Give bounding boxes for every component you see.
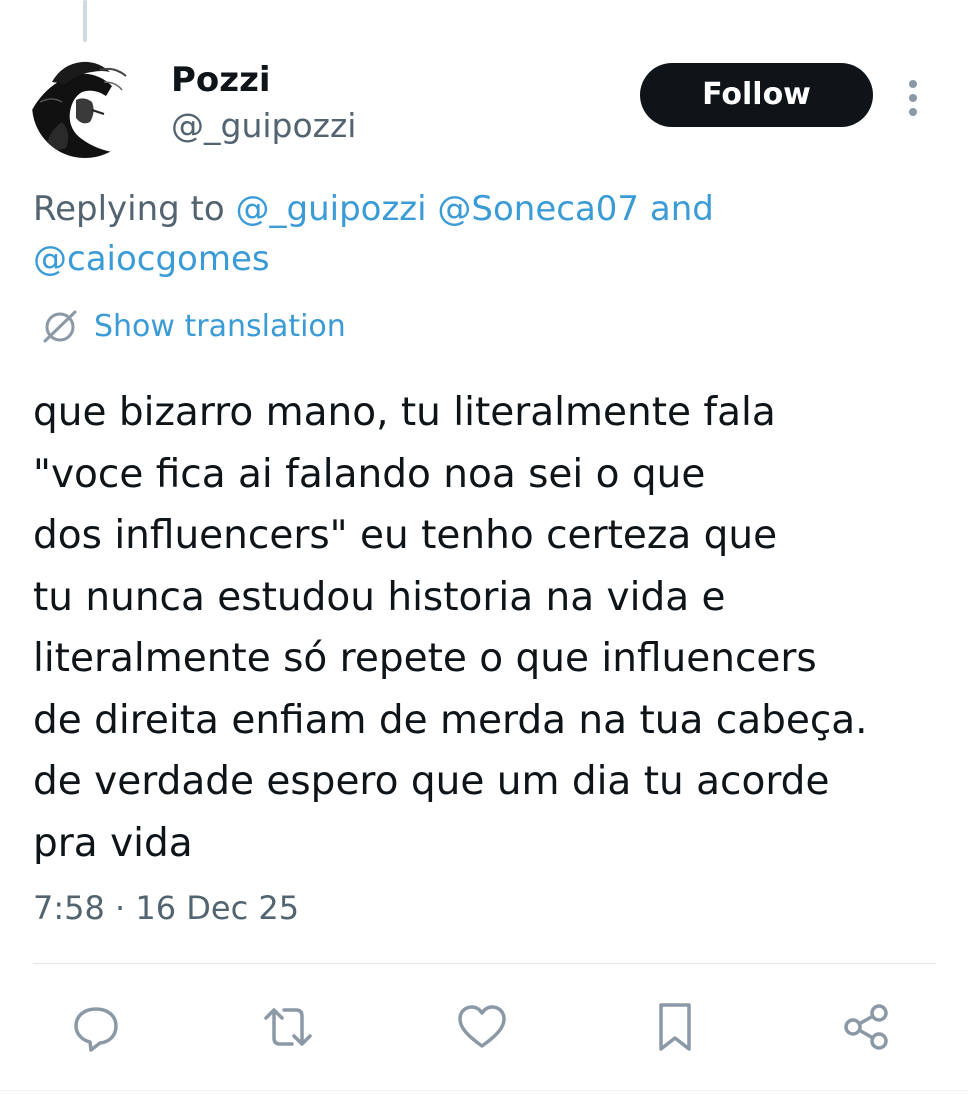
more-vertical-icon[interactable] [898, 76, 928, 120]
divider [33, 963, 936, 964]
retweet-icon [264, 1008, 312, 1046]
bookmark-button[interactable] [645, 995, 705, 1059]
bookmark-icon [659, 1003, 691, 1051]
mention-link-soneca07[interactable]: @Soneca07 [437, 189, 639, 229]
author-display-name[interactable]: Pozzi [171, 58, 271, 102]
mention-link-guipozzi[interactable]: @_guipozzi [236, 189, 427, 229]
follow-button[interactable]: Follow [640, 63, 873, 127]
action-bar [0, 995, 968, 1059]
like-button[interactable] [452, 995, 512, 1059]
globe-icon [43, 310, 77, 343]
show-translation-button[interactable]: Show translation [40, 302, 346, 350]
share-icon [844, 1004, 888, 1050]
show-translation-label: Show translation [94, 308, 346, 344]
mention-link-caiocgomes[interactable]: @caiocgomes [33, 239, 270, 279]
mention-conjunction[interactable]: and [650, 189, 714, 229]
avatar-sketch-icon [32, 52, 138, 158]
tweet-timestamp[interactable]: 7:58 · 16 Dec 25 [33, 884, 299, 932]
thread-connector-line [83, 0, 87, 42]
like-icon [458, 1005, 506, 1048]
tweet-text: que bizarro mano, tu literalmente fala "… [33, 390, 868, 866]
avatar[interactable] [32, 52, 138, 158]
reply-context: Replying to @_guipozzi @Soneca07 and @ca… [33, 184, 913, 284]
reply-prefix: Replying to [33, 189, 225, 229]
share-button[interactable] [836, 995, 896, 1059]
retweet-button[interactable] [258, 995, 318, 1059]
author-handle[interactable]: @_guipozzi [171, 104, 356, 148]
reply-button[interactable] [66, 995, 126, 1059]
reply-icon [74, 1007, 118, 1052]
bottom-border [0, 1090, 968, 1091]
